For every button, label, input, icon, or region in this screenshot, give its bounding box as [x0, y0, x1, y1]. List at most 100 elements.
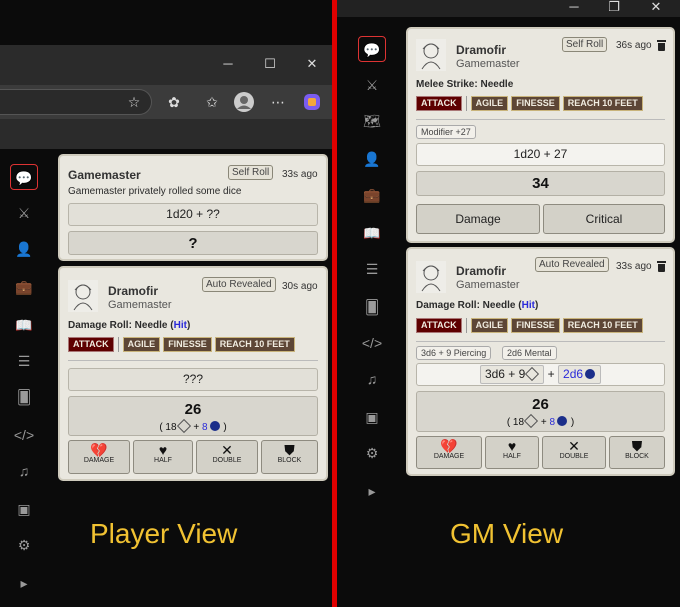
maximize-button[interactable]: ☐	[260, 54, 280, 74]
apply-damage-button[interactable]: 💔 DAMAGE	[68, 440, 130, 474]
divider	[68, 360, 318, 361]
damage-breakdown: ( 18 + 8 )	[417, 413, 664, 429]
apply-damage-button[interactable]: 💔 DAMAGE	[416, 436, 482, 469]
chat-icon[interactable]: 💬	[358, 36, 386, 62]
trait-reach[interactable]: REACH 10 FEET	[562, 318, 643, 333]
expand-icon[interactable]: ▸	[10, 570, 38, 596]
close-button[interactable]: ✕	[646, 0, 666, 17]
piercing-tag: 3d6 + 9 Piercing	[416, 346, 492, 360]
playlists-icon[interactable]: ♫	[358, 366, 386, 392]
half-heart-icon: ♥	[158, 442, 168, 458]
star-icon[interactable]: ☆	[124, 92, 144, 112]
minimize-button[interactable]: ─	[564, 0, 584, 17]
self-roll-flag: Self Roll	[562, 37, 608, 52]
restore-button[interactable]: ❐	[604, 0, 624, 17]
trait-reach[interactable]: REACH 10 FEET	[214, 337, 295, 352]
apply-double-button[interactable]: ✕ DOUBLE	[542, 436, 606, 469]
mental-icon	[585, 369, 596, 379]
combat-icon[interactable]: ⚔	[10, 200, 38, 226]
trait-attack[interactable]: ATTACK	[416, 318, 462, 333]
message-timestamp: 36s ago	[616, 40, 652, 51]
items-icon[interactable]: 💼	[10, 274, 38, 300]
journal-icon[interactable]: 📖	[358, 220, 386, 246]
shield-block-button[interactable]: ⛊ BLOCK	[609, 436, 665, 469]
trash-icon[interactable]	[657, 261, 666, 272]
message-speaker: Dramofir	[108, 284, 159, 298]
trait-reach[interactable]: REACH 10 FEET	[562, 96, 643, 111]
trait-agile[interactable]: AGILE	[470, 96, 509, 111]
trait-agile[interactable]: AGILE	[470, 318, 509, 333]
chat-message-damage-roll: Dramofir Gamemaster Auto Revealed 30s ag…	[58, 266, 328, 481]
cards-icon[interactable]: 🂠	[10, 384, 38, 410]
actors-icon[interactable]: 👤	[10, 236, 38, 262]
dice-formula[interactable]: 1d20 + 27	[416, 143, 665, 166]
trait-finesse[interactable]: FINESSE	[511, 96, 560, 111]
profile-icon[interactable]	[234, 92, 254, 112]
macros-icon[interactable]: </>	[10, 422, 38, 448]
dice-formula[interactable]: 3d6 + 9 + 2d6	[416, 363, 665, 386]
apply-half-button[interactable]: ♥ HALF	[485, 436, 539, 469]
extensions-icon[interactable]: ✿	[164, 92, 184, 112]
trash-icon[interactable]	[657, 40, 666, 51]
mental-icon	[557, 416, 568, 426]
hit-outcome: Hit	[173, 320, 187, 331]
piercing-formula: 3d6 + 9	[479, 365, 545, 384]
dice-formula[interactable]: ???	[68, 368, 318, 391]
crossed-swords-icon: ✕	[221, 442, 233, 458]
tables-icon[interactable]: ☰	[10, 348, 38, 374]
message-speaker: Gamemaster	[68, 168, 141, 182]
trait-attack[interactable]: ATTACK	[416, 96, 462, 111]
compendium-icon[interactable]: ▣	[358, 404, 386, 430]
trait-list: ATTACK AGILE FINESSE REACH 10 FEET	[416, 318, 643, 333]
settings-icon[interactable]: ⚙	[358, 440, 386, 466]
gm-view-label: GM View	[450, 518, 564, 549]
scenes-icon[interactable]: 🗺	[358, 108, 386, 134]
gm-view-panel: ─ ❐ ✕ 💬 ⚔ 🗺 👤 💼 📖 ☰ 🂠 </> ♫ ▣ ⚙ ▸ Dramof…	[337, 0, 680, 607]
minimize-button[interactable]: ─	[218, 54, 238, 74]
compendium-icon[interactable]: ▣	[10, 496, 38, 522]
copilot-icon[interactable]	[302, 92, 322, 112]
dice-total: 34	[416, 171, 665, 196]
actors-icon[interactable]: 👤	[358, 146, 386, 172]
message-flavor: Damage Roll: Needle (Hit)	[416, 300, 539, 311]
expand-icon[interactable]: ▸	[358, 478, 386, 504]
apply-half-button[interactable]: ♥ HALF	[133, 440, 193, 474]
trait-list: ATTACK AGILE FINESSE REACH 10 FEET	[68, 337, 295, 352]
speaker-portrait	[416, 39, 446, 71]
items-icon[interactable]: 💼	[358, 182, 386, 208]
auto-revealed-flag: Auto Revealed	[202, 277, 276, 292]
trait-attack[interactable]: ATTACK	[68, 337, 114, 352]
tables-icon[interactable]: ☰	[358, 256, 386, 282]
crossed-swords-icon: ✕	[568, 438, 580, 454]
modifier-tag: Modifier +27	[416, 125, 476, 139]
macros-icon[interactable]: </>	[358, 330, 386, 356]
combat-icon[interactable]: ⚔	[358, 72, 386, 98]
damage-button[interactable]: Damage	[416, 204, 540, 234]
cards-icon[interactable]: 🂠	[358, 294, 386, 320]
mental-formula: 2d6	[558, 365, 602, 384]
speaker-portrait	[68, 280, 98, 312]
close-button[interactable]: ✕	[302, 54, 322, 74]
message-speaker: Dramofir	[456, 43, 507, 57]
mental-tag: 2d6 Mental	[502, 346, 557, 360]
trait-agile[interactable]: AGILE	[122, 337, 161, 352]
trait-list: ATTACK AGILE FINESSE REACH 10 FEET	[416, 96, 643, 111]
journal-icon[interactable]: 📖	[10, 312, 38, 338]
chat-icon[interactable]: 💬	[10, 164, 38, 190]
dice-formula[interactable]: 1d20 + ??	[68, 203, 318, 226]
damage-breakdown: ( 18 + 8 )	[69, 418, 317, 434]
trait-finesse[interactable]: FINESSE	[163, 337, 212, 352]
favorites-icon[interactable]: ✩	[202, 92, 222, 112]
browser-title-bar	[0, 45, 332, 85]
half-heart-icon: ♥	[507, 438, 517, 454]
trait-finesse[interactable]: FINESSE	[511, 318, 560, 333]
self-roll-flag: Self Roll	[228, 165, 274, 180]
more-icon[interactable]: ⋯	[268, 92, 288, 112]
shield-block-button[interactable]: ⛊ BLOCK	[261, 440, 318, 474]
playlists-icon[interactable]: ♫	[10, 458, 38, 484]
apply-double-button[interactable]: ✕ DOUBLE	[196, 440, 258, 474]
piercing-icon	[176, 418, 191, 434]
settings-icon[interactable]: ⚙	[10, 532, 38, 558]
critical-button[interactable]: Critical	[543, 204, 665, 234]
message-flavor: Damage Roll: Needle (Hit)	[68, 320, 191, 331]
